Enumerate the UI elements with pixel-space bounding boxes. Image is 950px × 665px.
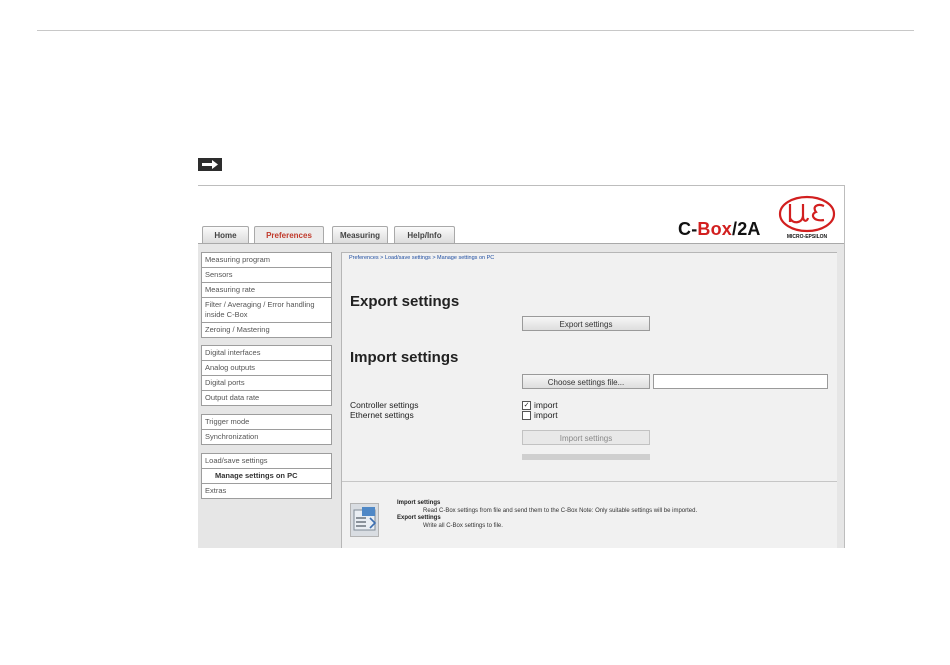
sidebar-item-load-save-settings[interactable]: Load/save settings	[202, 454, 331, 469]
sidebar-item-filter[interactable]: Filter / Averaging / Error handling insi…	[202, 298, 331, 323]
import-progress-bar	[522, 454, 650, 460]
sidebar-item-output-data-rate[interactable]: Output data rate	[202, 391, 331, 406]
sidebar-group-outputs: Digital interfaces Analog outputs Digita…	[201, 345, 332, 406]
app-header: Home Preferences Measuring Help/Info C-B…	[198, 186, 844, 244]
ethernet-settings-label: Ethernet settings	[350, 410, 414, 420]
breadcrumb: Preferences > Load/save settings > Manag…	[349, 255, 495, 261]
sidebar-item-analog-outputs[interactable]: Analog outputs	[202, 361, 331, 376]
main-panel: Preferences > Load/save settings > Manag…	[341, 252, 837, 548]
help-separator	[342, 481, 837, 482]
sidebar: Measuring program Sensors Measuring rate…	[198, 244, 338, 548]
sidebar-item-measuring-rate[interactable]: Measuring rate	[202, 283, 331, 298]
choose-settings-file-button[interactable]: Choose settings file...	[522, 374, 650, 389]
sidebar-item-digital-ports[interactable]: Digital ports	[202, 376, 331, 391]
sidebar-item-synchronization[interactable]: Synchronization	[202, 430, 331, 445]
arrow-right-icon	[198, 158, 222, 171]
help-export-title: Export settings	[397, 515, 441, 521]
logo-text: MICRO-EPSILON	[786, 234, 828, 240]
ethernet-import-checkbox[interactable]	[522, 410, 531, 420]
help-import-title: Import settings	[397, 500, 441, 506]
export-heading: Export settings	[350, 293, 460, 310]
import-settings-button[interactable]: Import settings	[522, 430, 650, 445]
page-top-rule	[37, 30, 914, 31]
sidebar-item-extras[interactable]: Extras	[202, 484, 331, 499]
sidebar-item-manage-settings-on-pc[interactable]: Manage settings on PC	[202, 469, 331, 484]
sidebar-item-trigger-mode[interactable]: Trigger mode	[202, 415, 331, 430]
controller-import-label: import	[534, 400, 558, 410]
sidebar-group-trigger: Trigger mode Synchronization	[201, 414, 332, 445]
product-name: C-Box/2A	[678, 219, 761, 239]
micro-epsilon-logo: MICRO-EPSILON	[776, 194, 838, 242]
help-import-text: Read C-Box settings from file and send t…	[423, 507, 698, 514]
help-text: Import settings Read C-Box settings from…	[397, 500, 697, 530]
tab-measuring[interactable]: Measuring	[332, 226, 388, 243]
tab-home[interactable]: Home	[202, 226, 249, 243]
controller-import-option[interactable]: ✓ import	[522, 400, 558, 410]
import-heading: Import settings	[350, 349, 459, 366]
sidebar-group-measuring: Measuring program Sensors Measuring rate…	[201, 252, 332, 338]
sidebar-item-digital-interfaces[interactable]: Digital interfaces	[202, 346, 331, 361]
sidebar-item-measuring-program[interactable]: Measuring program	[202, 253, 331, 268]
controller-import-checkbox[interactable]: ✓	[522, 400, 531, 410]
app-window: Home Preferences Measuring Help/Info C-B…	[198, 185, 845, 548]
ethernet-import-label: import	[534, 410, 558, 420]
sidebar-item-sensors[interactable]: Sensors	[202, 268, 331, 283]
tab-preferences[interactable]: Preferences	[254, 226, 324, 243]
sidebar-item-zeroing[interactable]: Zeroing / Mastering	[202, 323, 331, 338]
ethernet-import-option[interactable]: import	[522, 410, 558, 420]
export-settings-button[interactable]: Export settings	[522, 316, 650, 331]
help-export-text: Write all C-Box settings to file.	[423, 522, 503, 529]
tab-help-info[interactable]: Help/Info	[394, 226, 455, 243]
sidebar-group-settings: Load/save settings Manage settings on PC…	[201, 453, 332, 499]
settings-file-icon	[350, 503, 379, 537]
file-name-field[interactable]	[653, 374, 828, 389]
controller-settings-label: Controller settings	[350, 400, 419, 410]
